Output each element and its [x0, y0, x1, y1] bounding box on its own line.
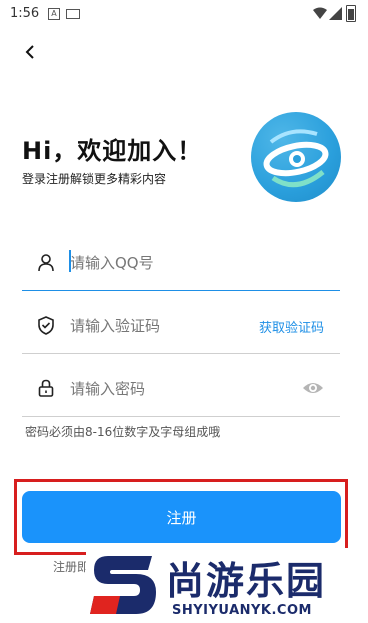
watermark-url: SHYIYUANYK.COM [172, 603, 312, 618]
notification-a-icon: A [48, 8, 60, 20]
watermark: 尚游乐园 SHYIYUANYK.COM [86, 548, 368, 623]
back-arrow-icon [25, 45, 34, 59]
user-icon [38, 254, 54, 272]
page-title: Hi，欢迎加入！ [22, 137, 203, 165]
verification-code-input[interactable] [68, 311, 272, 341]
page-subtitle: 登录注册解锁更多精彩内容 [22, 172, 167, 186]
app-logo [251, 112, 341, 202]
status-time: 1:56 [10, 6, 40, 21]
watermark-title: 尚游乐园 [166, 559, 327, 603]
status-bar: 1:56 A [0, 0, 368, 28]
text-caret [69, 250, 71, 272]
agreement-text: 注册即 [53, 560, 90, 574]
password-input[interactable] [68, 374, 272, 404]
lock-icon [38, 379, 54, 397]
get-code-button[interactable]: 获取验证码 [259, 317, 324, 336]
wifi-icon [313, 7, 327, 19]
signal-icon [329, 7, 342, 20]
watermark-s-logo-icon [90, 556, 156, 614]
eye-swirl-logo-icon [263, 129, 329, 188]
keyboard-icon [66, 9, 80, 19]
eye-icon[interactable] [302, 380, 324, 396]
verification-code-field: 获取验证码 [22, 297, 340, 354]
qq-field [22, 234, 340, 291]
shield-check-icon [38, 316, 54, 335]
qq-input[interactable] [68, 248, 272, 278]
register-button[interactable]: 注册 [22, 491, 341, 543]
back-button[interactable] [18, 40, 42, 64]
password-hint: 密码必须由8-16位数字及字母组成哦 [25, 425, 221, 439]
password-field [22, 360, 340, 417]
battery-icon [346, 5, 356, 22]
